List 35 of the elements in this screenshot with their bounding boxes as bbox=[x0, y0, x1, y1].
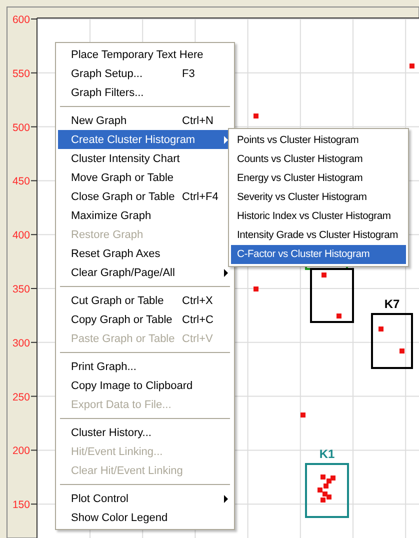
axis-label: 150 bbox=[12, 499, 30, 512]
menu-item[interactable]: Energy vs Cluster Histogram bbox=[231, 169, 406, 188]
menu-item[interactable]: Copy Graph or Table Ctrl+C bbox=[58, 310, 232, 329]
menu-item[interactable]: Points vs Cluster Histogram bbox=[231, 131, 406, 150]
axis-label: 350 bbox=[12, 284, 30, 296]
menu-item[interactable]: Close Graph or Table Ctrl+F4 bbox=[58, 187, 232, 206]
menu-item[interactable]: Graph Setup... F3 bbox=[58, 64, 232, 83]
axis-label: 400 bbox=[12, 230, 30, 242]
menu-item[interactable]: Copy Image to Clipboard bbox=[58, 376, 232, 395]
axis-label: 550 bbox=[12, 68, 30, 80]
menu-item[interactable]: Maximize Graph bbox=[58, 206, 232, 225]
menu-item[interactable]: Severity vs Cluster Histogram bbox=[231, 188, 406, 207]
cluster-label: K7 bbox=[384, 297, 400, 311]
menu-item[interactable]: Plot Control bbox=[58, 489, 232, 508]
menu-item[interactable]: New Graph Ctrl+N bbox=[58, 111, 232, 130]
axis-label: 450 bbox=[12, 176, 30, 188]
menu-item[interactable]: Graph Filters... bbox=[58, 83, 232, 102]
menu-item[interactable]: Show Color Legend bbox=[58, 508, 232, 527]
menu-item[interactable]: Place Temporary Text Here bbox=[58, 45, 232, 64]
axis-label: 200 bbox=[12, 445, 30, 458]
axis-label: 300 bbox=[12, 337, 30, 350]
cluster-label: K1 bbox=[319, 447, 335, 461]
menu-item[interactable]: Intensity Grade vs Cluster Histogram bbox=[231, 226, 406, 245]
menu-item[interactable]: Cut Graph or Table Ctrl+X bbox=[58, 291, 232, 310]
menu-item[interactable]: Cluster Intensity Chart bbox=[58, 149, 232, 168]
menu-item[interactable]: Print Graph... bbox=[58, 357, 232, 376]
menu-item[interactable]: Reset Graph Axes bbox=[58, 244, 232, 263]
menu-item[interactable]: Counts vs Cluster Histogram bbox=[231, 150, 406, 169]
menu-item[interactable]: Cluster History... bbox=[58, 423, 232, 442]
axis-label: 250 bbox=[12, 391, 30, 404]
menu-item[interactable]: Move Graph or Table bbox=[58, 168, 232, 187]
axis-label: 600 bbox=[12, 14, 30, 26]
menu-item[interactable]: Historic Index vs Cluster Histogram bbox=[231, 207, 406, 226]
axis-label: 500 bbox=[12, 122, 30, 134]
menu-item[interactable]: C-Factor vs Cluster Histogram bbox=[231, 245, 406, 264]
